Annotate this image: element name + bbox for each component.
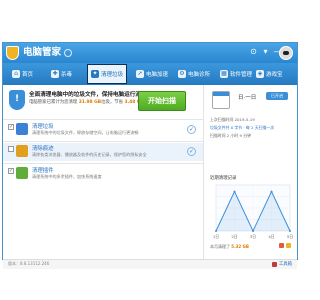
cleanup-history-chart: 1日 2日 3日 4日 5日 <box>213 184 293 239</box>
nav-item-label: 清理垃圾 <box>101 72 124 78</box>
version-label: 版本：8.8.13112.246 <box>8 261 50 266</box>
check-circle-icon: ✓ <box>187 147 196 156</box>
app-title: 电脑管家 <box>23 47 62 58</box>
chart-point <box>289 230 291 232</box>
nav-item-label: 电脑加速 <box>146 72 169 78</box>
app-logo-icon <box>6 46 19 60</box>
subtitle-prefix: 电脑管家已累计为您清理 <box>29 100 78 105</box>
toolbox-icon <box>271 261 277 267</box>
share-qzone-icon[interactable] <box>286 243 291 248</box>
nav-item-home[interactable]: ⌂ 首页 <box>9 64 36 84</box>
home-icon: ⌂ <box>12 70 20 78</box>
check-circle-icon: ✓ <box>187 125 196 134</box>
trash-icon <box>16 123 28 135</box>
chart-x-tick-label: 5日 <box>287 234 293 239</box>
schedule-toggle[interactable]: 已开启 <box>266 92 288 100</box>
share-weibo-icon[interactable] <box>279 243 284 248</box>
item-desc: 清理系统中的垃圾文件，释放存储空间，让电脑运行更流畅 <box>32 130 139 135</box>
list-item-clean-junk[interactable]: ✓ 清理垃圾 清理系统中的垃圾文件，释放存储空间，让电脑运行更流畅 ✓ <box>3 121 203 139</box>
checkbox[interactable]: ✓ <box>8 168 14 174</box>
status-bar: 版本：8.8.13112.246 工具箱 <box>3 259 297 269</box>
nav-item-software[interactable]: ▦ 软件管理 <box>217 64 255 84</box>
nav-item-label: 电脑诊所 <box>188 72 211 78</box>
junk-size-line: 垃圾文件共 0 字节 · 每 2 天扫描一次 <box>210 125 275 130</box>
share-icons <box>279 243 291 248</box>
chart-x-tick-label: 2日 <box>231 234 237 239</box>
divider <box>3 141 203 142</box>
nav-item-label: 首页 <box>22 72 34 78</box>
calendar-icon <box>212 91 230 109</box>
chart-x-tick-label: 4日 <box>268 234 274 239</box>
item-title: 清除痕迹 <box>32 146 54 152</box>
subtitle-value-cleaned: 31.98 GB <box>78 100 102 105</box>
banner-subtitle: 电脑管家已累计为您清理 31.98 GB垃圾，节省 3.48 GB <box>29 99 144 105</box>
divider <box>3 119 203 120</box>
nav-item-games[interactable]: ◈ 游戏宝 <box>253 64 286 84</box>
month-summary: 本月清理了 5.32 GB <box>210 244 249 250</box>
list-item-clear-traces[interactable]: 清除痕迹 清除各类浏览器、播放器及软件的历史记录，保护您的隐私安全 ✓ <box>3 143 203 161</box>
toolbox-label: 工具箱 <box>278 262 292 267</box>
checkbox[interactable] <box>8 146 14 152</box>
broom-icon: ✦ <box>91 70 99 78</box>
avatar[interactable] <box>279 46 293 60</box>
nav-item-label: 游戏宝 <box>266 72 283 78</box>
chart-point <box>215 230 217 232</box>
skin-icon[interactable]: ▾ <box>260 46 271 57</box>
shield-icon: ! <box>9 90 25 110</box>
chart-x-tick-label: 1日 <box>213 234 219 239</box>
stats-panel: 日·一日 已开启 上次扫描时间 2019-5-19 垃圾文件共 0 字节 · 每… <box>203 85 297 259</box>
rocket-icon: ➚ <box>136 70 144 78</box>
chart-point <box>233 190 236 193</box>
nav-item-label: 软件管理 <box>230 72 253 78</box>
chart-point <box>270 190 273 193</box>
app-badge-icon <box>64 49 72 57</box>
nav-item-speedup[interactable]: ➚ 电脑加速 <box>133 64 171 84</box>
nav-item-label: 杀毒 <box>61 72 73 78</box>
item-title: 清理垃圾 <box>32 124 54 130</box>
banner-title: 全面清理电脑中的垃圾文件，保持电脑运行流畅 <box>29 92 147 98</box>
nav-item-cleanup[interactable]: ✦ 清理垃圾 <box>87 64 128 84</box>
nav-bar: ⌂ 首页 ✚ 杀毒 ✦ 清理垃圾 ➚ 电脑加速 ⚙ 电脑诊所 ▦ 软件管理 ◈ … <box>3 63 297 85</box>
subtitle-mid: 垃圾，节省 <box>101 100 124 105</box>
eraser-icon <box>16 145 28 157</box>
divider <box>3 163 203 164</box>
summary-value: 5.32 GB <box>231 244 249 249</box>
main-window: 电脑管家 ⊙ ▾ — ✕ ⌂ 首页 ✚ 杀毒 ✦ 清理垃圾 ➚ 电脑加速 ⚙ 电… <box>2 42 298 269</box>
summary-prefix: 本月清理了 <box>210 244 230 249</box>
checkbox[interactable]: ✓ <box>8 124 14 130</box>
last-scan-line: 上次扫描时间 2019-5-19 <box>210 117 255 122</box>
item-desc: 清理系统中的多余插件，加快系统速度 <box>32 174 102 179</box>
gamepad-icon: ◈ <box>256 70 264 78</box>
item-desc: 清除各类浏览器、播放器及软件的历史记录，保护您的隐私安全 <box>32 152 147 157</box>
start-scan-button[interactable]: 开始扫描 <box>138 91 186 111</box>
plugin-icon <box>16 167 28 179</box>
cleanup-panel: ! 全面清理电脑中的垃圾文件，保持电脑运行流畅 电脑管家已累计为您清理 31.9… <box>3 85 203 259</box>
nav-item-antivirus[interactable]: ✚ 杀毒 <box>48 64 75 84</box>
gear-icon: ⚙ <box>178 70 186 78</box>
title-bar: 电脑管家 ⊙ ▾ — ✕ <box>3 43 297 63</box>
chart-point <box>252 230 254 232</box>
grid-icon: ▦ <box>220 70 228 78</box>
schedule-label: 日·一日 <box>238 95 257 101</box>
item-title: 清理插件 <box>32 168 54 174</box>
chart-x-tick-label: 3日 <box>250 234 256 239</box>
toolbox-link[interactable]: 工具箱 <box>271 261 292 267</box>
scan-duration-line: 扫描时间 2 小时 9 分钟 <box>210 133 252 138</box>
list-item-clean-plugins[interactable]: ✓ 清理插件 清理系统中的多余插件，加快系统速度 <box>3 165 203 183</box>
nav-item-clinic[interactable]: ⚙ 电脑诊所 <box>175 64 213 84</box>
menu-icon[interactable]: ⊙ <box>248 46 259 57</box>
antivirus-icon: ✚ <box>51 70 59 78</box>
